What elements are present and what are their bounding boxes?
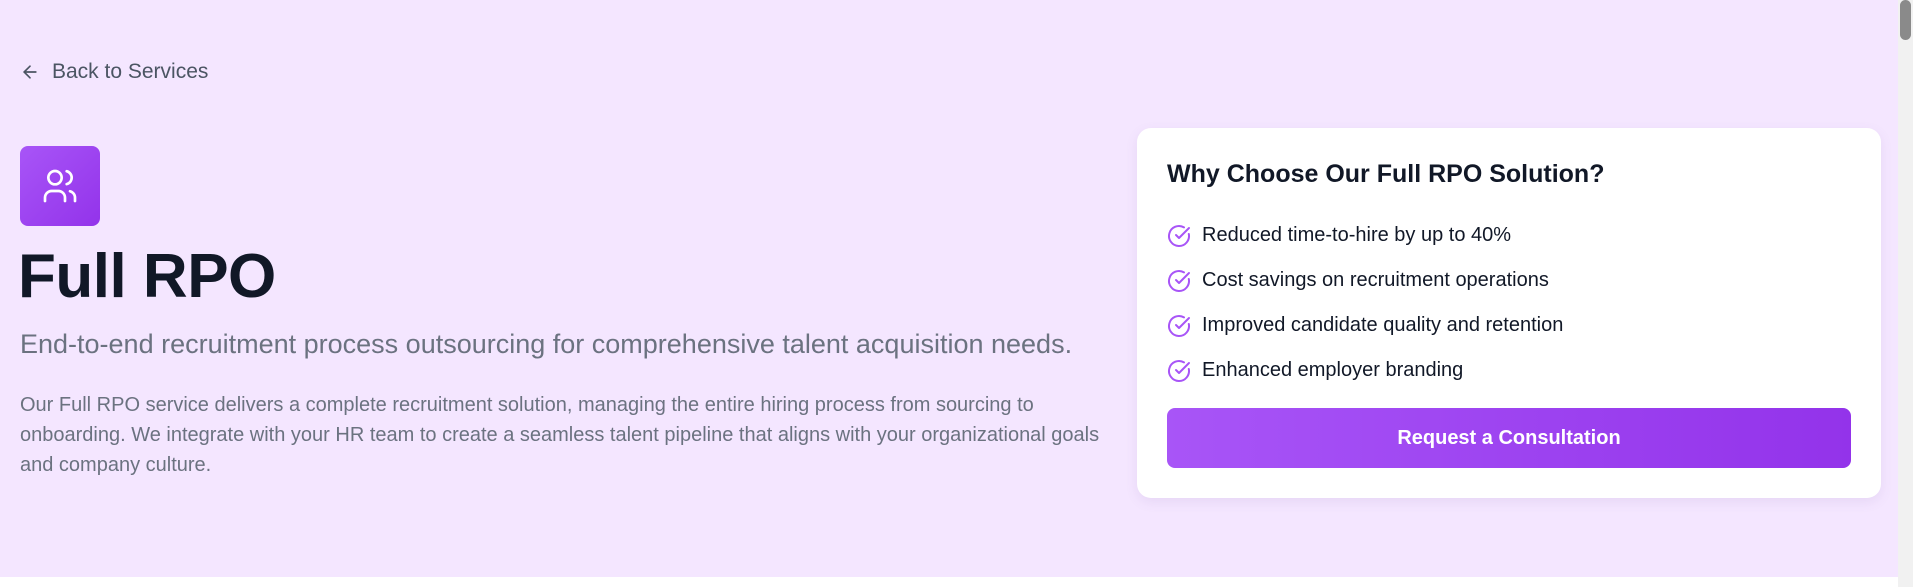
check-circle-icon [1168,314,1190,337]
benefit-label: Cost savings on recruitment operations [1202,269,1549,291]
benefit-item: Reduced time-to-hire by up to 40% [1167,213,1563,258]
users-icon [43,169,77,203]
request-consultation-button[interactable]: Request a Consultation [1167,408,1851,468]
page-content-below [0,577,1898,587]
scrollbar-thumb[interactable] [1900,0,1911,40]
benefit-item: Improved candidate quality and retention [1167,303,1563,348]
benefit-item: Enhanced employer branding [1167,348,1563,393]
back-to-services-link[interactable]: Back to Services [20,60,208,84]
vertical-scrollbar[interactable] [1898,0,1913,587]
back-link-label: Back to Services [52,60,209,83]
page-subtitle: End-to-end recruitment process outsourci… [20,329,1073,359]
page-title: Full RPO [18,242,276,311]
why-choose-card: Why Choose Our Full RPO Solution? Reduce… [1137,128,1881,498]
check-circle-icon [1168,224,1190,247]
hero-section: Back to Services Full RPO End-to-end rec… [0,0,1898,577]
service-description: Our Full RPO service delivers a complete… [20,394,1100,476]
benefit-label: Enhanced employer branding [1202,359,1464,381]
check-circle-icon [1168,359,1190,382]
benefit-label: Reduced time-to-hire by up to 40% [1202,224,1512,246]
check-circle-icon [1168,269,1190,292]
benefit-label: Improved candidate quality and retention [1202,314,1564,336]
benefits-list: Reduced time-to-hire by up to 40% Cost s… [1167,213,1563,393]
benefit-item: Cost savings on recruitment operations [1167,258,1563,303]
arrow-left-icon [23,65,37,79]
service-icon-badge [20,146,100,226]
card-title: Why Choose Our Full RPO Solution? [1167,160,1605,188]
